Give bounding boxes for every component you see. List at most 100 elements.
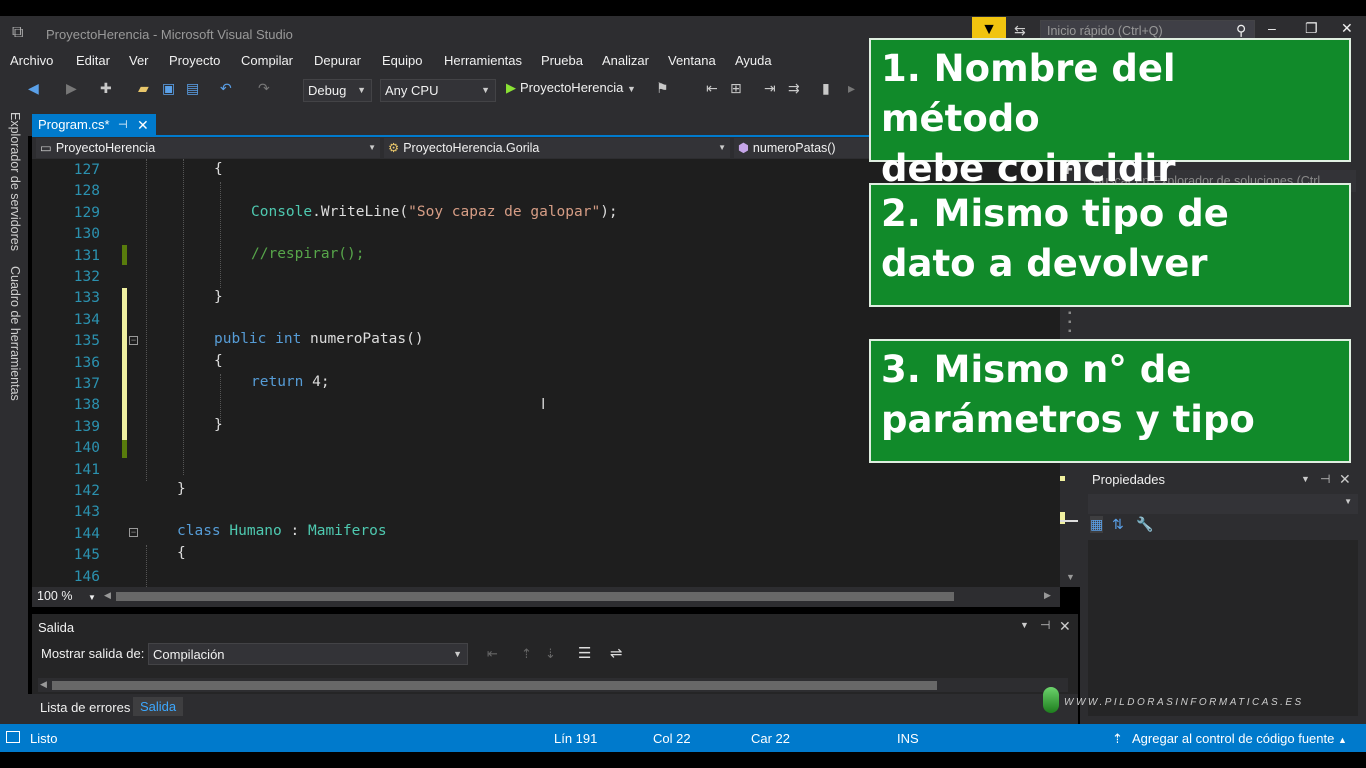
status-line: Lín 191 bbox=[554, 731, 598, 746]
line-number: 129 bbox=[73, 204, 100, 221]
indent-icon[interactable]: ⇉ bbox=[788, 80, 800, 97]
scroll-left-icon[interactable]: ◀ bbox=[40, 679, 47, 690]
method-icon: ⬢ bbox=[738, 141, 749, 155]
member-nav-select[interactable]: ⬢ numeroPatas() bbox=[734, 138, 870, 158]
zoom-level-select[interactable]: 100 % ▼ bbox=[37, 589, 96, 603]
tab-output[interactable]: Salida bbox=[133, 697, 184, 716]
platform-select[interactable]: Any CPU ▼ bbox=[380, 79, 496, 102]
search-icon[interactable]: ⚲ bbox=[1236, 22, 1246, 39]
add-to-source-control-button[interactable]: Agregar al control de código fuente ▲ bbox=[1132, 731, 1347, 746]
zoom-value: 100 % bbox=[37, 589, 73, 603]
tab-error-list[interactable]: Lista de errores bbox=[40, 700, 130, 715]
dropdown-icon[interactable]: ▼ bbox=[1301, 474, 1310, 484]
watermark-logo-icon bbox=[1043, 687, 1059, 713]
collapse-icon[interactable]: − bbox=[129, 336, 138, 345]
word-wrap-icon[interactable]: ⇌ bbox=[610, 644, 623, 662]
menu-depurar[interactable]: Depurar bbox=[314, 53, 361, 68]
line-number: 140 bbox=[73, 440, 100, 457]
scroll-left-icon[interactable]: ◀ bbox=[104, 590, 111, 601]
menu-analizar[interactable]: Analizar bbox=[602, 53, 649, 68]
restore-icon[interactable]: ❐ bbox=[1305, 20, 1318, 37]
code-line: class Humano : Mamiferos bbox=[177, 523, 387, 539]
menu-herramientas[interactable]: Herramientas bbox=[444, 53, 522, 68]
menu-compilar[interactable]: Compilar bbox=[241, 53, 293, 68]
next-message-icon[interactable]: ⇣ bbox=[545, 646, 556, 662]
menu-proyecto[interactable]: Proyecto bbox=[169, 53, 220, 68]
save-all-icon[interactable]: ▤ bbox=[186, 80, 199, 97]
menu-ventana[interactable]: Ventana bbox=[668, 53, 716, 68]
line-number: 141 bbox=[73, 461, 100, 478]
menu-prueba[interactable]: Prueba bbox=[541, 53, 583, 68]
dropdown-icon[interactable]: ▼ bbox=[1020, 620, 1029, 630]
compare-icon[interactable]: ⊞ bbox=[730, 80, 742, 97]
alphabetical-icon[interactable]: ⇅ bbox=[1112, 516, 1124, 533]
project-nav-select[interactable]: ▭ ProyectoHerencia ▼ bbox=[36, 138, 380, 158]
bookmark-icon[interactable]: ▮ bbox=[822, 80, 830, 97]
find-in-files-icon[interactable]: ⚑ bbox=[656, 80, 669, 97]
line-number: 146 bbox=[73, 568, 100, 585]
line-number: 130 bbox=[73, 226, 100, 243]
close-panel-icon[interactable]: ✕ bbox=[1339, 471, 1351, 488]
forward-icon[interactable]: ▶ bbox=[66, 80, 77, 97]
line-number: 135 bbox=[73, 333, 100, 350]
scroll-marker bbox=[1060, 512, 1065, 524]
close-tab-icon[interactable]: ✕ bbox=[137, 114, 149, 136]
code-line: } bbox=[214, 417, 223, 433]
callout-line: parámetros y tipo bbox=[881, 398, 1255, 441]
output-hscroll-thumb[interactable] bbox=[52, 681, 937, 690]
scroll-right-icon[interactable]: ▶ bbox=[1044, 590, 1051, 601]
side-tab-toolbox[interactable]: Cuadro de herramientas bbox=[8, 266, 22, 401]
solution-config-select[interactable]: Debug ▼ bbox=[303, 79, 372, 102]
line-number: 137 bbox=[73, 376, 100, 392]
open-folder-icon[interactable]: ▰ bbox=[138, 80, 149, 97]
line-number: 136 bbox=[73, 354, 100, 371]
outdent-icon[interactable]: ⇥ bbox=[764, 80, 776, 97]
minimize-icon[interactable]: – bbox=[1268, 20, 1276, 36]
close-panel-icon[interactable]: ✕ bbox=[1059, 618, 1071, 635]
clear-all-icon[interactable]: ☰ bbox=[578, 644, 591, 662]
menu-ayuda[interactable]: Ayuda bbox=[735, 53, 772, 68]
editor-hscroll-thumb[interactable] bbox=[116, 592, 954, 601]
collapse-icon[interactable]: − bbox=[129, 528, 138, 537]
feedback-icon[interactable]: ⇆ bbox=[1014, 22, 1026, 39]
previous-message-icon[interactable]: ⇡ bbox=[521, 646, 532, 662]
class-icon: ⚙ bbox=[388, 141, 400, 155]
pin-icon[interactable]: ⊣ bbox=[1040, 618, 1050, 632]
scroll-down-icon[interactable]: ▼ bbox=[1066, 572, 1075, 582]
close-icon[interactable]: ✕ bbox=[1341, 20, 1353, 37]
callout-line: 3. Mismo n° de bbox=[881, 348, 1192, 391]
chevron-down-icon: ▼ bbox=[1344, 497, 1352, 506]
callout-line: dato a devolver bbox=[881, 242, 1208, 285]
chevron-down-icon: ▼ bbox=[718, 143, 726, 152]
show-output-select[interactable]: Compilación ▼ bbox=[148, 643, 468, 665]
line-number: 132 bbox=[73, 269, 100, 285]
side-tab-server-explorer[interactable]: Explorador de servidores bbox=[8, 112, 22, 251]
new-project-icon[interactable]: ✚ bbox=[100, 80, 112, 97]
start-button[interactable]: ▶ ProyectoHerencia ▼ bbox=[506, 80, 636, 96]
next-bookmark-icon[interactable]: ▸ bbox=[848, 80, 855, 97]
save-icon[interactable]: ▣ bbox=[162, 80, 175, 97]
indent-guide bbox=[183, 159, 184, 475]
line-number: 128 bbox=[73, 183, 100, 200]
callout-line: 2. Mismo tipo de bbox=[881, 192, 1229, 235]
menu-editar[interactable]: Editar bbox=[76, 53, 110, 68]
pin-icon[interactable]: ⊣ bbox=[1320, 472, 1330, 486]
navigate-icon[interactable]: ⇤ bbox=[706, 80, 718, 97]
menu-ver[interactable]: Ver bbox=[129, 53, 149, 68]
status-insert-mode: INS bbox=[897, 731, 919, 746]
properties-object-select[interactable]: ▼ bbox=[1088, 494, 1358, 514]
categorized-icon[interactable]: ▦ bbox=[1090, 516, 1104, 533]
start-button-label: ProyectoHerencia bbox=[520, 80, 624, 95]
back-icon[interactable]: ◀ bbox=[28, 80, 39, 97]
code-line: { bbox=[177, 545, 186, 561]
pin-icon[interactable]: ⊣ bbox=[118, 114, 128, 136]
output-window-icon[interactable] bbox=[6, 731, 20, 743]
menu-archivo[interactable]: Archivo bbox=[10, 53, 53, 68]
property-pages-icon[interactable]: 🔧 bbox=[1136, 516, 1153, 533]
line-number: 134 bbox=[73, 311, 100, 328]
redo-icon[interactable]: ↷ bbox=[258, 80, 270, 97]
class-nav-select[interactable]: ⚙ ProyectoHerencia.Gorila ▼ bbox=[384, 138, 730, 158]
menu-equipo[interactable]: Equipo bbox=[382, 53, 422, 68]
undo-icon[interactable]: ↶ bbox=[220, 80, 232, 97]
find-message-icon[interactable]: ⇤ bbox=[487, 646, 498, 662]
